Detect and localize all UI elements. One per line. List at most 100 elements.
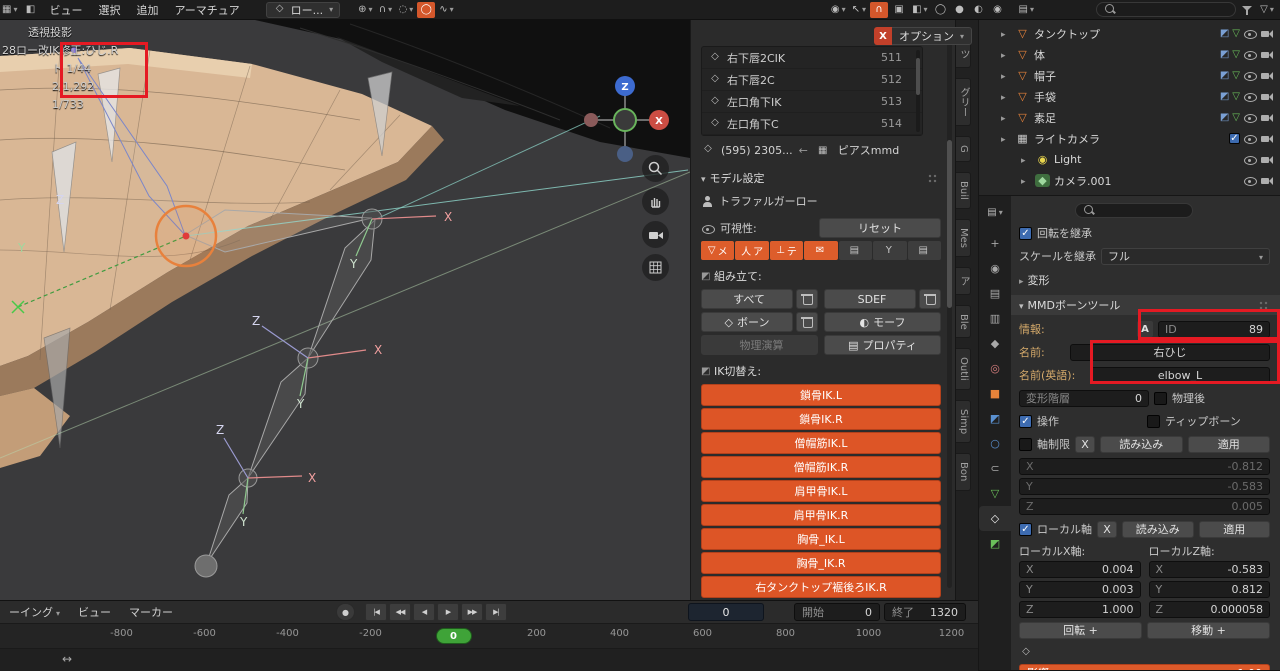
zoom-button[interactable] xyxy=(642,155,669,182)
playback-button[interactable]: ▶▶ xyxy=(461,603,483,621)
object-name[interactable]: 素足 xyxy=(1034,110,1216,126)
outliner-row[interactable]: 体 xyxy=(979,44,1280,65)
fixed-axis-checkbox[interactable] xyxy=(1019,437,1032,451)
outliner-filter-icon[interactable] xyxy=(1238,2,1256,18)
move-plus-button[interactable]: 移動 + xyxy=(1147,621,1270,639)
properties-tab[interactable]: ◩ xyxy=(979,406,1011,431)
menu-item[interactable]: 選択 xyxy=(90,0,128,20)
object-name[interactable]: ライトカメラ xyxy=(1034,131,1225,147)
bone-id-field[interactable]: ID 89 xyxy=(1158,320,1270,338)
local-axes-x-button[interactable]: X xyxy=(1097,520,1117,538)
tip-bone-checkbox[interactable] xyxy=(1147,414,1160,428)
shading-mode-icon[interactable]: ◯ xyxy=(932,2,950,18)
object-name[interactable]: ピアスmmd xyxy=(838,142,899,158)
sidebar-tab[interactable]: グリー xyxy=(956,78,971,126)
object-name[interactable]: Light xyxy=(1054,153,1239,166)
expand-icon[interactable] xyxy=(1021,153,1031,166)
bone-list-row[interactable]: 左口角下IK 513 xyxy=(702,91,922,113)
sidebar-tab[interactable]: ア xyxy=(956,266,971,295)
fixed-axis-x-field[interactable]: X -0.812 xyxy=(1019,458,1270,475)
sidebar-tab[interactable]: Bon xyxy=(956,453,971,491)
local-z-y-field[interactable]: Y 0.812 xyxy=(1148,581,1270,598)
hide-viewport-icon[interactable] xyxy=(1243,90,1257,103)
ik-toggle-button[interactable]: 僧帽筋IK.R xyxy=(701,456,941,478)
close-icon[interactable]: X xyxy=(874,27,892,45)
visibility-toggle[interactable]: ▤ xyxy=(907,241,941,260)
object-name[interactable]: 帽子 xyxy=(1034,68,1216,84)
ik-toggle-button[interactable]: 肩甲骨IK.L xyxy=(701,480,941,502)
local-axes-checkbox[interactable] xyxy=(1019,522,1032,536)
options-dropdown[interactable]: オプション xyxy=(892,27,973,45)
bone-list-row[interactable]: 左口角下C 514 xyxy=(702,113,922,135)
timeline-menu[interactable]: ビュー xyxy=(71,604,118,620)
controllable-checkbox[interactable] xyxy=(1019,414,1032,428)
assemble-button[interactable]: すべて xyxy=(701,289,793,309)
transform-orientation-dropdown[interactable]: ⊕ xyxy=(356,2,374,18)
properties-tab[interactable]: ◆ xyxy=(979,331,1011,356)
mesh-data-icon[interactable] xyxy=(1232,112,1240,123)
properties-tab[interactable]: ⊂ xyxy=(979,456,1011,481)
hide-viewport-icon[interactable] xyxy=(1243,132,1257,145)
assemble-button[interactable]: ▤ プロパティ xyxy=(824,335,941,355)
show-gizmo-icon[interactable]: ▣ xyxy=(890,2,908,18)
sidebar-tab[interactable]: Mes xyxy=(956,218,971,257)
modifier-icon[interactable] xyxy=(1220,112,1229,123)
local-axes-apply-button[interactable]: 適用 xyxy=(1198,520,1270,538)
clear-button[interactable] xyxy=(796,289,818,309)
object-type-icon[interactable] xyxy=(1015,132,1030,145)
panel-deform[interactable]: 変形 xyxy=(1011,270,1280,290)
ik-toggle-button[interactable]: 右タンクトップ裾後ろIK.R xyxy=(701,576,941,598)
show-overlays-icon[interactable]: ◧ xyxy=(910,2,929,18)
gizmo-negx-axis[interactable] xyxy=(584,113,598,127)
properties-tab[interactable]: ○ xyxy=(979,431,1011,456)
visibility-toggle[interactable]: ✉ xyxy=(804,241,838,260)
fixed-axis-y-field[interactable]: Y -0.583 xyxy=(1019,478,1270,495)
expand-icon[interactable] xyxy=(1001,90,1011,103)
expand-icon[interactable] xyxy=(1001,132,1011,145)
outliner-row[interactable]: 素足 xyxy=(979,107,1280,128)
object-type-icon[interactable] xyxy=(1035,153,1050,166)
drag-handle-icon[interactable] xyxy=(927,173,941,183)
panel-model-setup[interactable]: モデル設定 xyxy=(701,168,941,188)
properties-tab[interactable]: ◎ xyxy=(979,356,1011,381)
properties-tab[interactable]: ◇ xyxy=(979,506,1011,531)
sidebar-tab[interactable]: Simp xyxy=(956,400,971,444)
assemble-button[interactable]: SDEF xyxy=(824,289,916,309)
ik-toggle-button[interactable]: 胸骨_IK.R xyxy=(701,552,941,574)
hide-viewport-icon[interactable] xyxy=(1243,153,1257,166)
menu-item[interactable]: アーマチュア xyxy=(166,0,247,20)
object-type-icon[interactable] xyxy=(1015,27,1030,40)
properties-tab[interactable]: + xyxy=(979,231,1011,256)
visibility-toggle[interactable]: Y xyxy=(873,241,907,260)
playback-button[interactable]: ◀◀ xyxy=(389,603,411,621)
sidebar-tab[interactable]: G xyxy=(956,136,971,162)
properties-tab[interactable]: ▤ xyxy=(979,281,1011,306)
properties-tab[interactable]: ■ xyxy=(979,381,1011,406)
outliner-row[interactable]: Light xyxy=(979,149,1280,170)
local-z-x-field[interactable]: X -0.583 xyxy=(1148,561,1270,578)
rotate-plus-button[interactable]: 回転 + xyxy=(1019,621,1142,639)
fixed-axis-apply-button[interactable]: 適用 xyxy=(1187,435,1270,453)
clear-button[interactable] xyxy=(919,289,941,309)
visibility-toggle[interactable]: ▤ xyxy=(838,241,873,260)
proportional-on-icon[interactable]: ◯ xyxy=(417,1,436,18)
outliner-row[interactable]: タンクトップ xyxy=(979,23,1280,44)
sidebar-tab[interactable]: Buil xyxy=(956,171,971,209)
local-z-z-field[interactable]: Z 0.000058 xyxy=(1148,601,1270,618)
menu-item[interactable]: 追加 xyxy=(128,0,166,20)
local-x-y-field[interactable]: Y 0.003 xyxy=(1019,581,1141,598)
assemble-button[interactable]: ◐ モーフ xyxy=(824,312,941,332)
timeline-menu[interactable]: ーイング xyxy=(2,604,67,620)
bone-list-row[interactable]: 右下唇2CIK 511 xyxy=(702,47,922,69)
playback-button[interactable]: |◀ xyxy=(365,603,387,621)
gizmo-negz-axis[interactable] xyxy=(617,146,633,162)
properties-editor-icon[interactable]: ▤ xyxy=(982,202,1008,222)
grid-toggle-button[interactable] xyxy=(642,254,669,281)
shading-mode-icon[interactable]: ◉ xyxy=(989,2,1007,18)
properties-search[interactable] xyxy=(1075,202,1193,218)
visibility-dropdown-icon[interactable]: ◉ xyxy=(829,2,848,18)
modifier-icon[interactable] xyxy=(1220,91,1229,102)
timeline-menu[interactable]: マーカー xyxy=(122,604,180,620)
pan-icon[interactable]: ↔ xyxy=(62,652,72,666)
camera-view-button[interactable] xyxy=(642,221,669,248)
